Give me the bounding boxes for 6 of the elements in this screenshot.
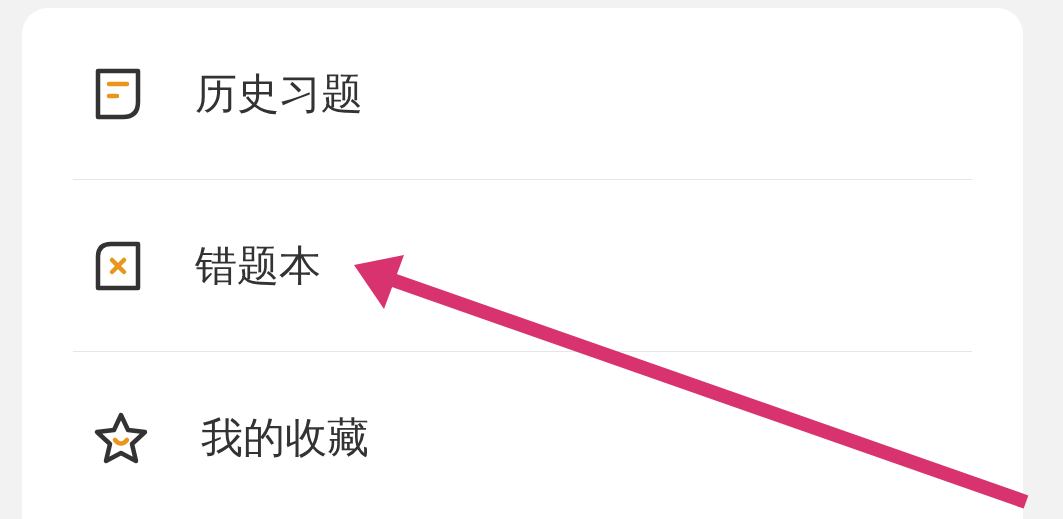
star-icon bbox=[93, 411, 149, 465]
cross-box-icon bbox=[93, 239, 143, 292]
menu-item[interactable]: 错题本 bbox=[73, 239, 321, 292]
note-icon bbox=[93, 67, 143, 120]
menu-item[interactable]: 历史习题 bbox=[73, 67, 363, 120]
menu-item[interactable]: 我的收藏 bbox=[73, 411, 369, 465]
